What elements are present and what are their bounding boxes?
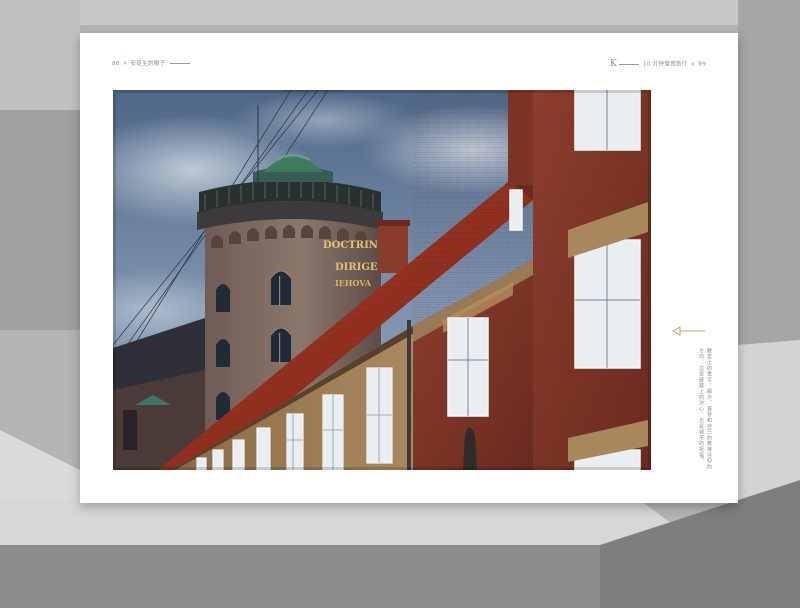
magazine-page: 88 ✕ 安徒生的帽子 K 10 分钟慢赏旅行 ✕ 89 DOCTRIN DIR… [80, 33, 738, 503]
left-section-title: 安徒生的帽子 [130, 61, 166, 67]
right-page-number: 89 [698, 61, 706, 68]
section-letter: K [609, 59, 618, 69]
round-tower-photo: DOCTRIN DIRIGE IEHOVA [113, 90, 651, 470]
left-page-number: 88 [112, 61, 120, 67]
right-page-header: K 10 分钟慢赏旅行 ✕ 89 [610, 59, 706, 69]
tower-sign-line-1: DOCTRIN [323, 240, 378, 251]
left-page-header: 88 ✕ 安徒生的帽子 [112, 59, 191, 67]
header-rule [170, 63, 191, 64]
cross-icon: ✕ [690, 61, 696, 68]
tower-sign-line-2: DIRIGE [335, 262, 378, 273]
chapter-title: 10 分钟慢赏旅行 [643, 61, 688, 68]
tower-sign-line-3: IEHOVA [335, 278, 372, 288]
header-rule [619, 63, 640, 65]
left-arrow-icon [672, 326, 705, 336]
cross-icon: ✕ [122, 61, 128, 67]
photo-caption: 教堂上的金字，顯示，基督和自己的教導信仰的方向，這是建築上的決心，也是城市的祝福… [698, 348, 712, 470]
